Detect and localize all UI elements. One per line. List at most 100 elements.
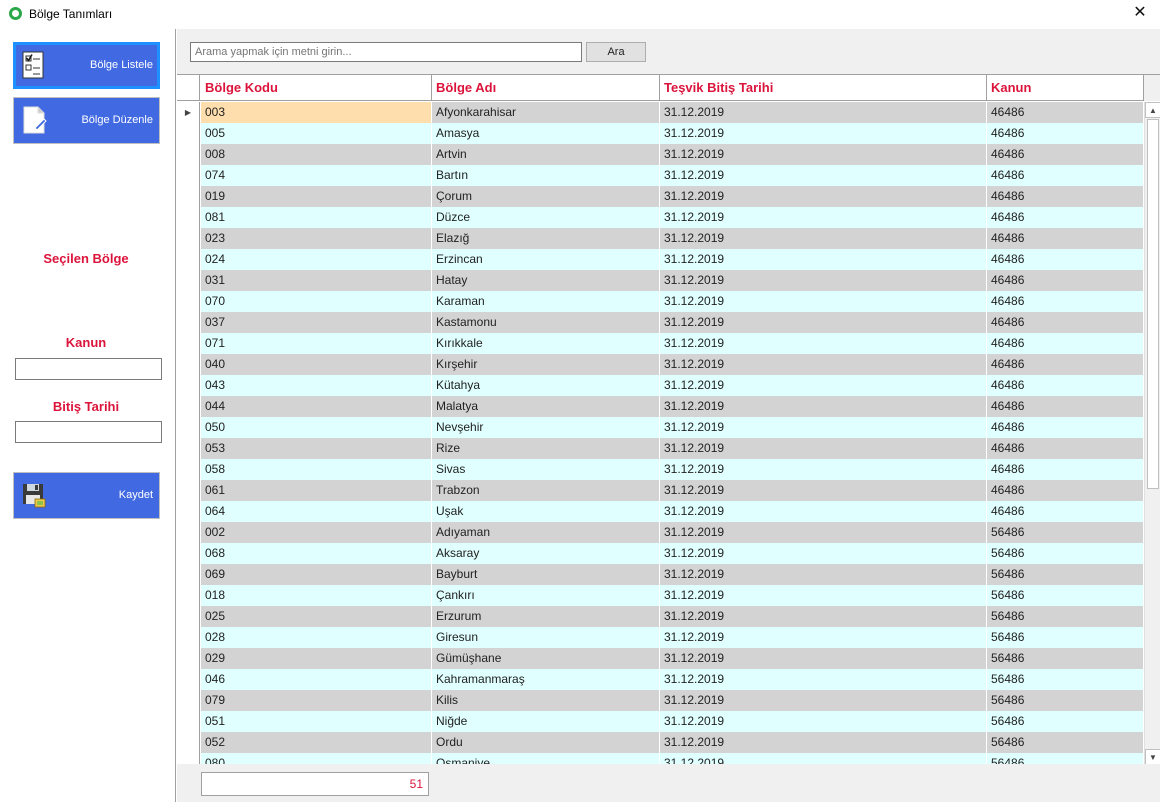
table-row[interactable]: 074 Bartın 31.12.2019 46486: [177, 165, 1144, 186]
column-header-region-name[interactable]: Bölge Adı: [432, 75, 660, 101]
cell-region-code[interactable]: 080: [201, 753, 432, 764]
scroll-thumb[interactable]: [1147, 119, 1159, 489]
cell-region-code[interactable]: 029: [201, 648, 432, 669]
cell-region-name[interactable]: Kırıkkale: [432, 333, 660, 354]
scroll-down-arrow-icon[interactable]: ▼: [1145, 749, 1160, 764]
close-button[interactable]: ✕: [1130, 4, 1150, 24]
cell-region-code[interactable]: 040: [201, 354, 432, 375]
cell-kanun[interactable]: 56486: [987, 669, 1144, 690]
cell-region-code[interactable]: 050: [201, 417, 432, 438]
row-header[interactable]: [177, 312, 200, 333]
cell-region-name[interactable]: Afyonkarahisar: [432, 102, 660, 123]
cell-region-name[interactable]: Çorum: [432, 186, 660, 207]
table-row[interactable]: 068 Aksaray 31.12.2019 56486: [177, 543, 1144, 564]
cell-kanun[interactable]: 46486: [987, 291, 1144, 312]
row-header[interactable]: [177, 522, 200, 543]
cell-end-date[interactable]: 31.12.2019: [660, 207, 987, 228]
column-header-incentive-end-date[interactable]: Teşvik Bitiş Tarihi: [660, 75, 987, 101]
cell-end-date[interactable]: 31.12.2019: [660, 753, 987, 764]
cell-end-date[interactable]: 31.12.2019: [660, 438, 987, 459]
cell-region-name[interactable]: Giresun: [432, 627, 660, 648]
cell-region-name[interactable]: Kastamonu: [432, 312, 660, 333]
row-header[interactable]: [177, 438, 200, 459]
save-button[interactable]: Kaydet: [13, 472, 160, 519]
cell-region-code[interactable]: 071: [201, 333, 432, 354]
cell-region-name[interactable]: Kilis: [432, 690, 660, 711]
row-header[interactable]: [177, 144, 200, 165]
row-header[interactable]: [177, 228, 200, 249]
cell-kanun[interactable]: 46486: [987, 417, 1144, 438]
table-row[interactable]: 061 Trabzon 31.12.2019 46486: [177, 480, 1144, 501]
table-row[interactable]: 029 Gümüşhane 31.12.2019 56486: [177, 648, 1144, 669]
cell-region-name[interactable]: Elazığ: [432, 228, 660, 249]
cell-kanun[interactable]: 46486: [987, 207, 1144, 228]
cell-region-name[interactable]: Adıyaman: [432, 522, 660, 543]
cell-region-code[interactable]: 052: [201, 732, 432, 753]
cell-region-name[interactable]: Ordu: [432, 732, 660, 753]
cell-region-name[interactable]: Uşak: [432, 501, 660, 522]
cell-region-name[interactable]: Trabzon: [432, 480, 660, 501]
cell-region-name[interactable]: Düzce: [432, 207, 660, 228]
cell-end-date[interactable]: 31.12.2019: [660, 669, 987, 690]
row-header[interactable]: [177, 459, 200, 480]
cell-kanun[interactable]: 46486: [987, 123, 1144, 144]
cell-region-code[interactable]: 058: [201, 459, 432, 480]
row-header[interactable]: [177, 207, 200, 228]
table-row[interactable]: 070 Karaman 31.12.2019 46486: [177, 291, 1144, 312]
row-header[interactable]: [177, 375, 200, 396]
cell-kanun[interactable]: 46486: [987, 186, 1144, 207]
row-header[interactable]: [177, 669, 200, 690]
cell-end-date[interactable]: 31.12.2019: [660, 585, 987, 606]
table-row[interactable]: 008 Artvin 31.12.2019 46486: [177, 144, 1144, 165]
cell-region-code[interactable]: 044: [201, 396, 432, 417]
row-header[interactable]: [177, 564, 200, 585]
cell-region-name[interactable]: Gümüşhane: [432, 648, 660, 669]
cell-kanun[interactable]: 46486: [987, 375, 1144, 396]
cell-region-name[interactable]: Niğde: [432, 711, 660, 732]
cell-end-date[interactable]: 31.12.2019: [660, 648, 987, 669]
table-row[interactable]: 028 Giresun 31.12.2019 56486: [177, 627, 1144, 648]
table-row[interactable]: 053 Rize 31.12.2019 46486: [177, 438, 1144, 459]
cell-end-date[interactable]: 31.12.2019: [660, 543, 987, 564]
cell-region-name[interactable]: Artvin: [432, 144, 660, 165]
cell-end-date[interactable]: 31.12.2019: [660, 627, 987, 648]
cell-kanun[interactable]: 46486: [987, 228, 1144, 249]
cell-end-date[interactable]: 31.12.2019: [660, 102, 987, 123]
cell-region-code[interactable]: 037: [201, 312, 432, 333]
cell-region-code[interactable]: 018: [201, 585, 432, 606]
cell-region-code[interactable]: 005: [201, 123, 432, 144]
cell-end-date[interactable]: 31.12.2019: [660, 144, 987, 165]
cell-region-code[interactable]: 019: [201, 186, 432, 207]
row-header[interactable]: [177, 333, 200, 354]
cell-region-name[interactable]: Osmaniye: [432, 753, 660, 764]
current-row-indicator-icon[interactable]: ▶: [177, 102, 200, 123]
row-header[interactable]: [177, 270, 200, 291]
cell-kanun[interactable]: 46486: [987, 165, 1144, 186]
cell-end-date[interactable]: 31.12.2019: [660, 375, 987, 396]
cell-region-name[interactable]: Amasya: [432, 123, 660, 144]
cell-end-date[interactable]: 31.12.2019: [660, 396, 987, 417]
cell-kanun[interactable]: 46486: [987, 333, 1144, 354]
row-header[interactable]: [177, 354, 200, 375]
cell-region-code[interactable]: 024: [201, 249, 432, 270]
cell-end-date[interactable]: 31.12.2019: [660, 606, 987, 627]
cell-kanun[interactable]: 46486: [987, 270, 1144, 291]
row-header[interactable]: [177, 480, 200, 501]
cell-kanun[interactable]: 46486: [987, 501, 1144, 522]
cell-region-name[interactable]: Erzincan: [432, 249, 660, 270]
cell-kanun[interactable]: 46486: [987, 438, 1144, 459]
cell-region-code[interactable]: 046: [201, 669, 432, 690]
table-row[interactable]: 005 Amasya 31.12.2019 46486: [177, 123, 1144, 144]
cell-region-code[interactable]: 028: [201, 627, 432, 648]
scroll-up-arrow-icon[interactable]: ▲: [1145, 102, 1160, 118]
row-header[interactable]: [177, 501, 200, 522]
cell-end-date[interactable]: 31.12.2019: [660, 123, 987, 144]
cell-region-code[interactable]: 031: [201, 270, 432, 291]
cell-end-date[interactable]: 31.12.2019: [660, 228, 987, 249]
table-row[interactable]: 023 Elazığ 31.12.2019 46486: [177, 228, 1144, 249]
table-row[interactable]: 079 Kilis 31.12.2019 56486: [177, 690, 1144, 711]
cell-region-code[interactable]: 061: [201, 480, 432, 501]
table-row[interactable]: 018 Çankırı 31.12.2019 56486: [177, 585, 1144, 606]
row-header[interactable]: [177, 291, 200, 312]
row-header[interactable]: [177, 543, 200, 564]
